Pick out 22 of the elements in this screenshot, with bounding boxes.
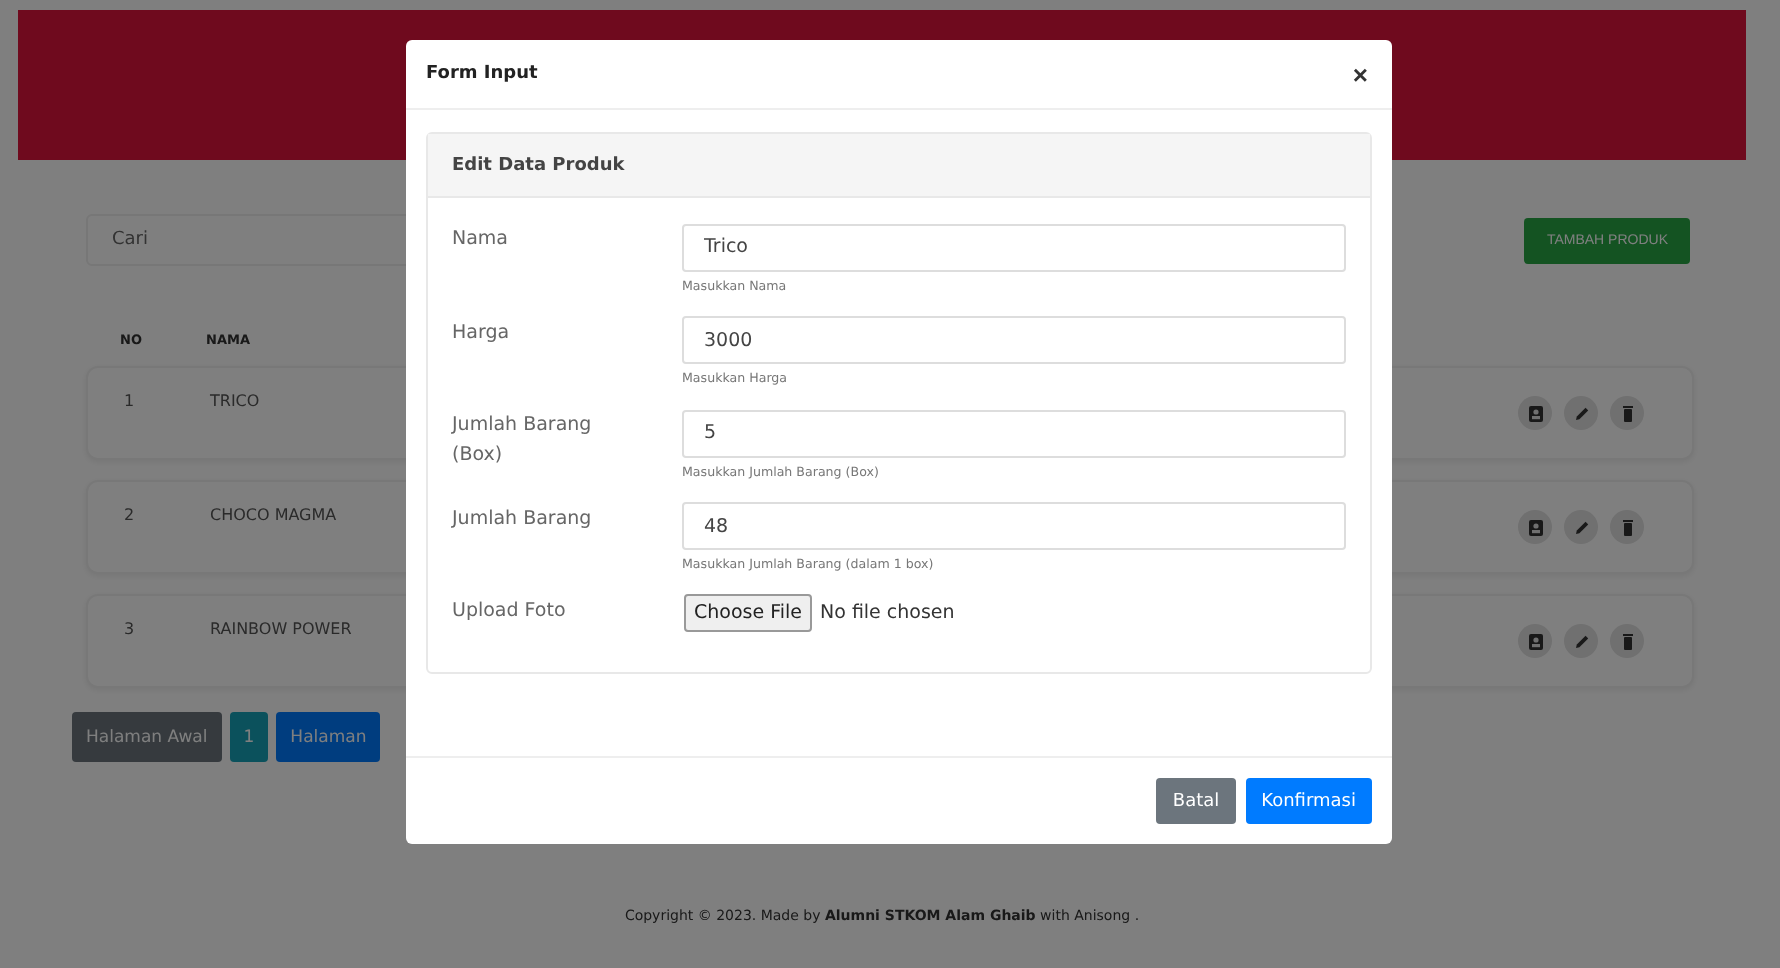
confirm-button[interactable]: Konfirmasi <box>1245 778 1372 824</box>
cancel-button[interactable]: Batal <box>1156 778 1236 824</box>
field-label: Jumlah Barang <box>452 505 594 533</box>
field-label: Harga <box>452 319 512 347</box>
row-number: 2 <box>124 506 137 524</box>
row-number: 1 <box>124 392 137 410</box>
file-status: No file chosen <box>820 602 955 624</box>
product-name: CHOCO MAGMA <box>210 506 337 524</box>
row-number: 3 <box>124 620 137 638</box>
field-label: Jumlah Barang (Box) <box>452 412 594 470</box>
input-field[interactable]: 5 <box>682 409 1346 457</box>
field-label: Nama <box>452 226 511 254</box>
modal-title: Form Input <box>426 64 538 84</box>
input-field[interactable]: 3000 <box>682 316 1346 364</box>
input-field[interactable]: Trico <box>682 223 1346 271</box>
close-button[interactable]: × <box>1348 59 1372 89</box>
field-label: Upload Foto <box>452 598 568 626</box>
product-name: TRICO <box>210 392 260 410</box>
card-title: Edit Data Produk <box>428 134 1370 198</box>
input-field[interactable]: 48 <box>682 502 1346 550</box>
product-name: RAINBOW POWER <box>210 620 352 638</box>
choose-file-button[interactable]: Choose File <box>684 594 812 632</box>
